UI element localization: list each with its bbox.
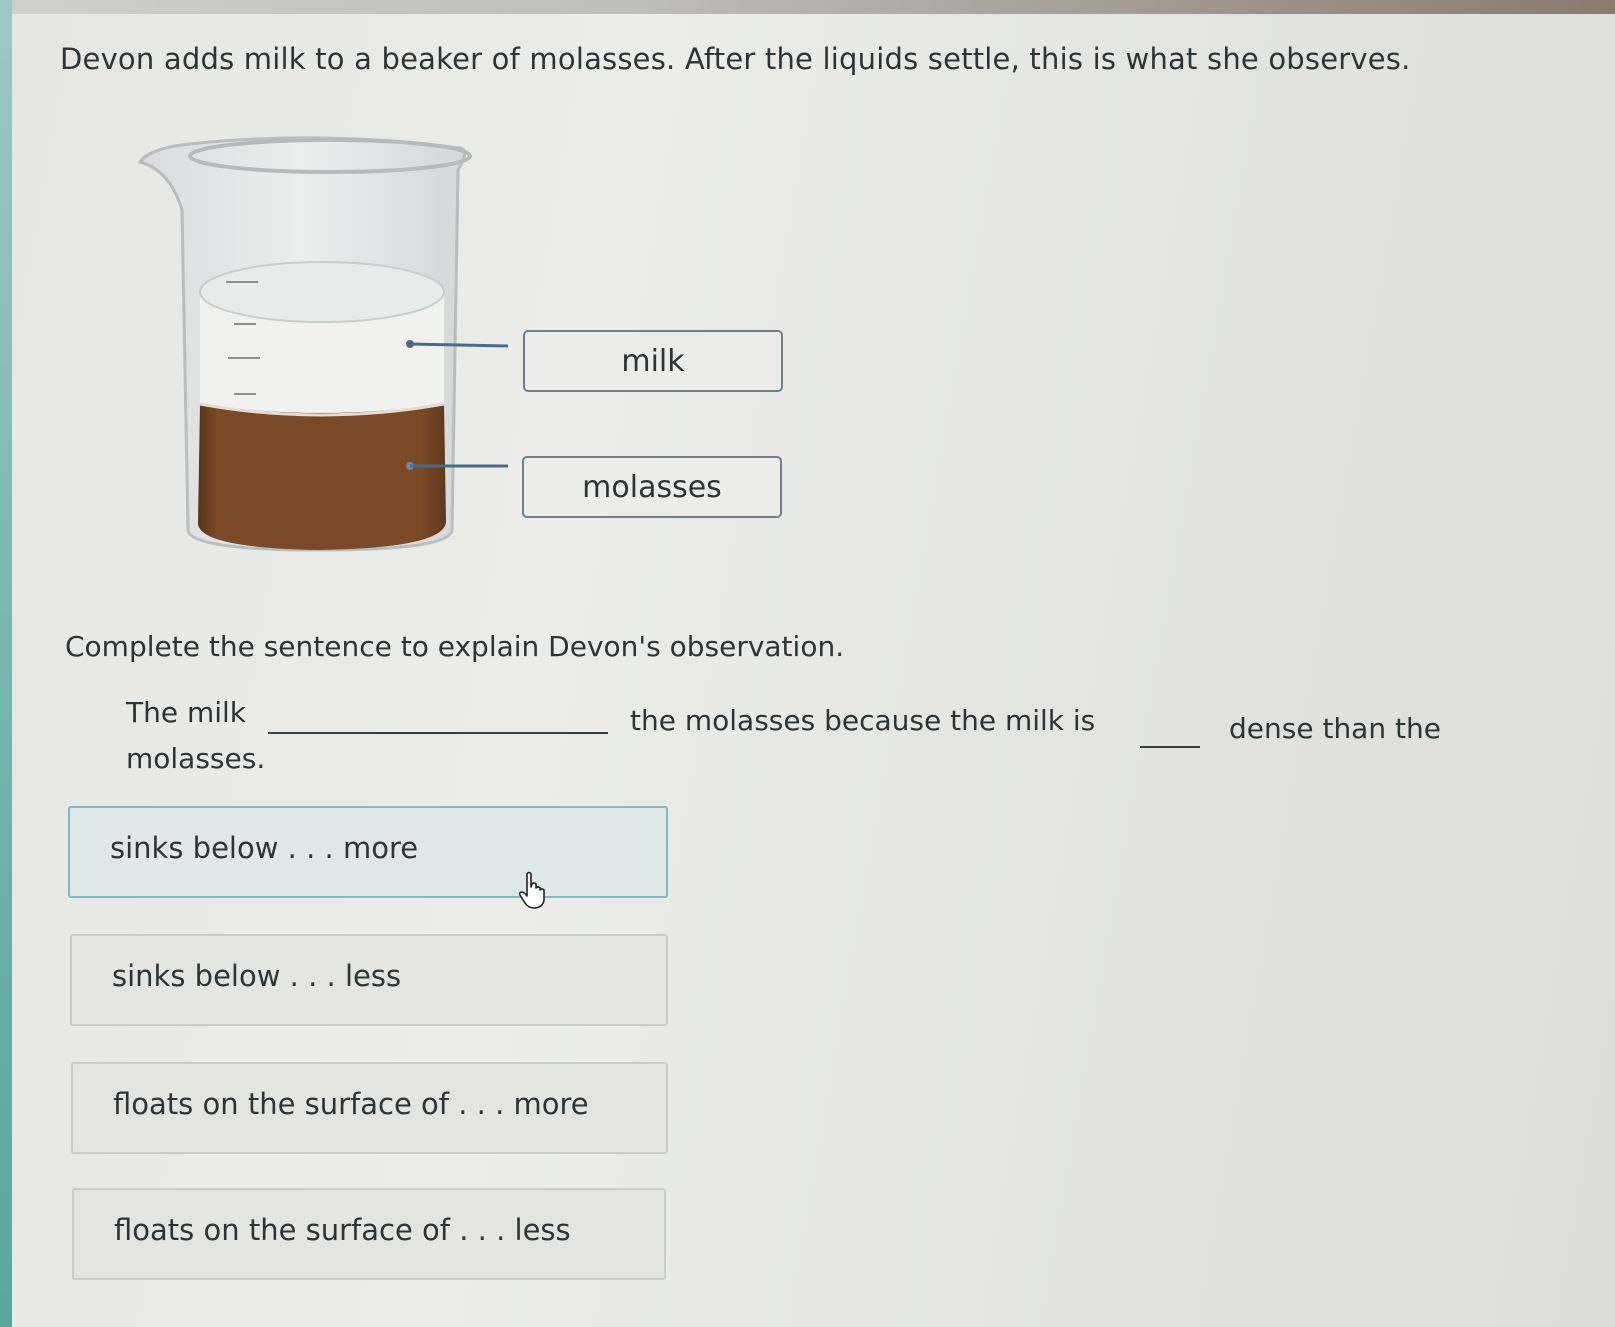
choice-label: floats on the surface of . . . more bbox=[113, 1087, 589, 1121]
choice-sinks-below-more[interactable]: sinks below . . . more bbox=[68, 806, 668, 898]
sentence-part-1: The milk bbox=[126, 696, 247, 729]
left-edge bbox=[0, 0, 12, 1327]
molasses-label: molasses bbox=[522, 456, 782, 518]
choice-floats-less[interactable]: floats on the surface of . . . less bbox=[72, 1188, 666, 1280]
choice-label: sinks below . . . less bbox=[112, 959, 402, 993]
question-intro: Devon adds milk to a beaker of molasses.… bbox=[60, 42, 1411, 76]
choice-label: sinks below . . . more bbox=[110, 831, 419, 865]
milk-label: milk bbox=[523, 330, 783, 392]
sentence-part-2: the molasses because the milk is bbox=[630, 704, 1096, 737]
choice-sinks-below-less[interactable]: sinks below . . . less bbox=[70, 934, 668, 1026]
sentence-blank-1 bbox=[268, 732, 608, 734]
molasses-layer bbox=[197, 404, 446, 550]
choice-floats-more[interactable]: floats on the surface of . . . more bbox=[71, 1062, 668, 1154]
fill-in-sentence: The milk the molasses because the milk i… bbox=[126, 696, 1466, 786]
milk-leader-line bbox=[409, 342, 509, 348]
milk-surface bbox=[199, 261, 445, 323]
sentence-part-4: molasses. bbox=[126, 742, 266, 775]
sentence-part-3: dense than the bbox=[1229, 712, 1441, 745]
sentence-blank-2 bbox=[1140, 746, 1200, 748]
choice-label: floats on the surface of . . . less bbox=[114, 1213, 571, 1247]
instruction-text: Complete the sentence to explain Devon's… bbox=[65, 630, 845, 663]
top-strip bbox=[0, 0, 1615, 14]
pointer-hand-icon bbox=[518, 871, 545, 909]
